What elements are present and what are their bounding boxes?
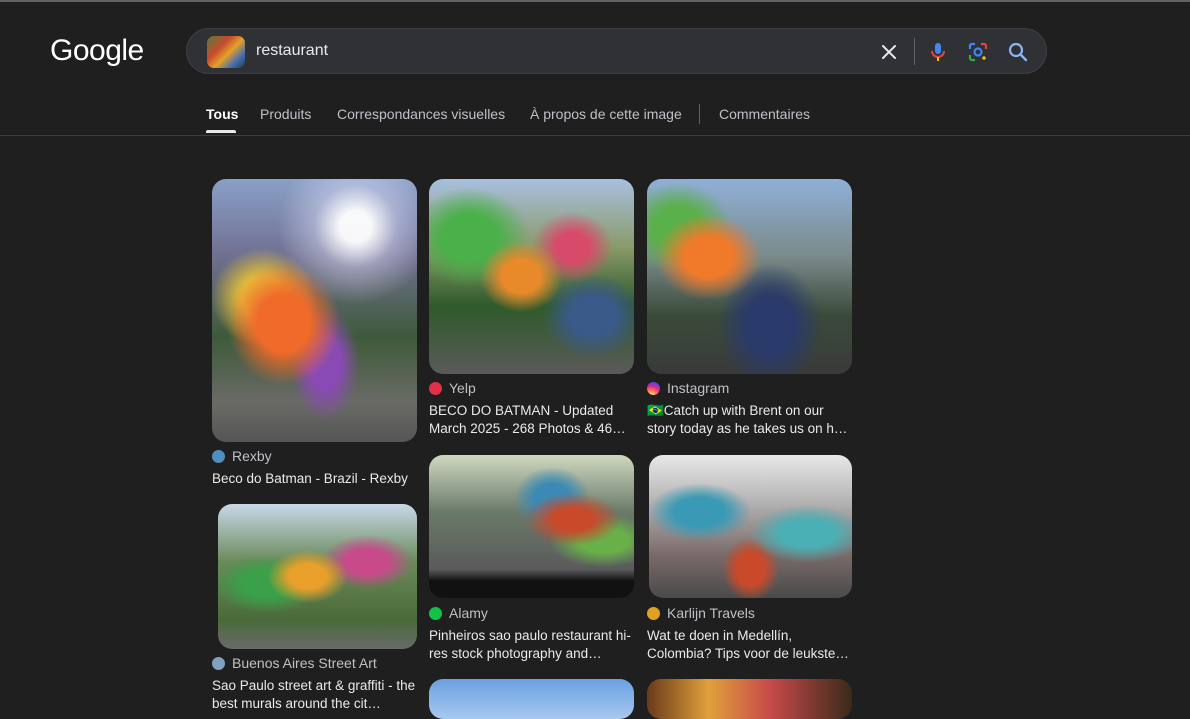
results-tabs: Tous Produits Correspondances visuelles … bbox=[0, 92, 1190, 136]
source-name: Rexby bbox=[232, 448, 272, 464]
result-title[interactable]: Beco do Batman - Brazil - Rexby bbox=[212, 470, 417, 488]
result-image[interactable] bbox=[647, 179, 852, 374]
result-image[interactable] bbox=[429, 179, 634, 374]
google-logo[interactable]: Google bbox=[50, 34, 144, 68]
result-image[interactable] bbox=[429, 679, 634, 719]
result-card[interactable]: Alamy Pinheiros sao paulo restaurant hi-… bbox=[429, 455, 634, 667]
clear-icon[interactable] bbox=[877, 40, 901, 64]
top-border bbox=[0, 0, 1190, 2]
source-name: Alamy bbox=[449, 605, 488, 621]
tab-separator bbox=[699, 104, 700, 124]
result-card[interactable] bbox=[647, 679, 852, 719]
tab-about-image[interactable]: À propos de cette image bbox=[530, 106, 682, 122]
result-source[interactable]: Karlijn Travels bbox=[647, 605, 755, 621]
active-tab-indicator bbox=[206, 130, 236, 133]
result-title[interactable]: 🇧🇷Catch up with Brent on our story today… bbox=[647, 402, 852, 438]
tab-visual-matches[interactable]: Correspondances visuelles bbox=[337, 106, 505, 122]
instagram-icon bbox=[647, 381, 660, 395]
result-title[interactable]: Pinheiros sao paulo restaurant hi-res st… bbox=[429, 627, 634, 663]
source-name: Instagram bbox=[667, 380, 730, 396]
tab-all[interactable]: Tous bbox=[206, 106, 238, 122]
rexby-icon bbox=[212, 449, 225, 463]
result-card[interactable]: Buenos Aires Street Art Sao Paulo street… bbox=[212, 504, 417, 711]
result-image[interactable] bbox=[649, 455, 852, 598]
result-source[interactable]: Yelp bbox=[429, 380, 476, 396]
result-source[interactable]: Rexby bbox=[212, 448, 272, 464]
search-icon[interactable] bbox=[1006, 40, 1030, 64]
result-card[interactable]: Instagram 🇧🇷Catch up with Brent on our s… bbox=[647, 179, 852, 441]
result-card[interactable]: Rexby Beco do Batman - Brazil - Rexby bbox=[212, 179, 417, 489]
result-title[interactable]: BECO DO BATMAN - Updated March 2025 - 26… bbox=[429, 402, 634, 438]
result-source[interactable]: Alamy bbox=[429, 605, 488, 621]
result-source[interactable]: Instagram bbox=[647, 380, 729, 396]
search-query[interactable]: restaurant bbox=[256, 42, 328, 60]
result-card[interactable] bbox=[429, 679, 634, 719]
result-title[interactable]: Wat te doen in Medellín, Colombia? Tips … bbox=[647, 627, 852, 663]
buenos-aires-street-art-icon bbox=[212, 656, 225, 670]
karlijn-travels-icon bbox=[647, 606, 660, 620]
source-name: Buenos Aires Street Art bbox=[232, 655, 377, 671]
lens-icon[interactable] bbox=[966, 40, 990, 64]
microphone-icon[interactable] bbox=[926, 40, 950, 64]
tab-feedback[interactable]: Commentaires bbox=[719, 106, 810, 122]
tab-products[interactable]: Produits bbox=[260, 106, 311, 122]
result-image[interactable] bbox=[647, 679, 852, 719]
search-divider bbox=[914, 38, 915, 65]
result-card[interactable]: Yelp BECO DO BATMAN - Updated March 2025… bbox=[429, 179, 634, 441]
result-card[interactable]: Karlijn Travels Wat te doen in Medellín,… bbox=[647, 455, 852, 667]
result-source[interactable]: Buenos Aires Street Art bbox=[212, 655, 377, 671]
source-name: Yelp bbox=[449, 380, 476, 396]
yelp-icon bbox=[429, 381, 442, 395]
query-image-thumbnail[interactable] bbox=[207, 36, 245, 68]
result-image[interactable] bbox=[212, 179, 417, 442]
alamy-icon bbox=[429, 606, 442, 620]
source-name: Karlijn Travels bbox=[667, 605, 755, 621]
search-bar[interactable]: restaurant bbox=[186, 28, 1047, 74]
result-image[interactable] bbox=[218, 504, 417, 649]
result-image[interactable] bbox=[429, 455, 634, 598]
